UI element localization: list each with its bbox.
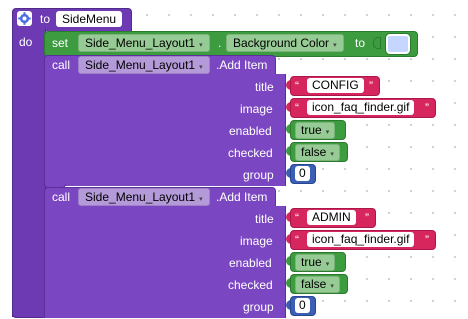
dropdown-arrow-icon: ▾: [330, 283, 334, 290]
quote-close-icon: ”: [365, 211, 369, 225]
logic-dropdown-checked[interactable]: false ▾: [295, 276, 340, 293]
logic-block-enabled[interactable]: true ▾: [290, 252, 346, 272]
logic-block-checked[interactable]: false ▾: [290, 274, 348, 294]
logic-value-checked: false: [301, 145, 327, 159]
quote-open-icon: “: [295, 233, 299, 247]
number-value-group[interactable]: 0: [295, 298, 310, 313]
quote-close-icon: ”: [425, 101, 429, 115]
logic-dropdown-enabled[interactable]: true ▾: [295, 254, 336, 271]
dropdown-arrow-icon: ▾: [199, 42, 203, 49]
logic-block-checked[interactable]: false ▾: [290, 142, 348, 162]
quote-open-icon: “: [295, 101, 299, 115]
color-socket: [373, 37, 381, 49]
logic-block-enabled[interactable]: true ▾: [290, 120, 346, 140]
dropdown-arrow-icon: ▾: [325, 261, 330, 268]
call-component-dropdown[interactable]: Side_Menu_Layout1 ▾: [78, 56, 210, 74]
param-checked-label: checked: [228, 146, 273, 160]
quote-close-icon: ”: [369, 79, 373, 93]
logic-dropdown-enabled[interactable]: true ▾: [295, 122, 336, 139]
number-value-group[interactable]: 0: [295, 166, 310, 181]
set-property-dropdown[interactable]: Background Color ▾: [226, 34, 344, 52]
text-value-title[interactable]: CONFIG: [307, 78, 364, 93]
procedure-name-field[interactable]: SideMenu: [56, 11, 123, 27]
color-picker-swatch[interactable]: [386, 34, 410, 54]
set-to-label: to: [355, 36, 366, 50]
param-enabled-label: enabled: [229, 256, 272, 270]
logic-dropdown-checked[interactable]: false ▾: [295, 144, 340, 161]
dropdown-arrow-icon: ▾: [333, 42, 337, 49]
text-value-image[interactable]: icon_faq_finder.gif: [307, 100, 415, 115]
call-component-label: Side_Menu_Layout1: [85, 58, 196, 72]
dropdown-arrow-icon: ▾: [199, 196, 203, 203]
set-keyword: set: [52, 36, 69, 50]
dropdown-arrow-icon: ▾: [330, 151, 334, 158]
dropdown-arrow-icon: ▾: [325, 129, 330, 136]
number-block-group[interactable]: 0: [290, 296, 316, 316]
text-block-title[interactable]: “ ADMIN ”: [290, 208, 376, 228]
param-image-label: image: [240, 234, 273, 248]
param-image-label: image: [240, 102, 273, 116]
dropdown-arrow-icon: ▾: [199, 64, 203, 71]
procedure-do-label: do: [19, 35, 33, 49]
param-group-label: group: [243, 168, 274, 182]
text-block-image[interactable]: “ icon_faq_finder.gif ”: [290, 98, 436, 118]
call-component-dropdown[interactable]: Side_Menu_Layout1 ▾: [78, 188, 210, 206]
call-method-label: .Add Item: [216, 190, 268, 204]
param-group-label: group: [243, 300, 274, 314]
call-method-label: .Add Item: [216, 58, 268, 72]
number-block-group[interactable]: 0: [290, 164, 316, 184]
param-title-label: title: [255, 212, 274, 226]
param-title-label: title: [255, 80, 274, 94]
set-component-dropdown[interactable]: Side_Menu_Layout1 ▾: [78, 34, 210, 52]
call-keyword: call: [52, 190, 71, 204]
logic-value-checked: false: [301, 277, 327, 291]
text-block-image[interactable]: “ icon_faq_finder.gif ”: [290, 230, 436, 250]
logic-value-enabled: true: [301, 123, 322, 137]
text-block-title[interactable]: “ CONFIG ”: [290, 76, 380, 96]
text-value-image[interactable]: icon_faq_finder.gif: [307, 232, 415, 247]
logic-value-enabled: true: [301, 255, 322, 269]
param-checked-label: checked: [228, 278, 273, 292]
quote-close-icon: ”: [425, 233, 429, 247]
call-keyword: call: [52, 58, 71, 72]
procedure-to-keyword: to: [40, 12, 51, 26]
text-value-title[interactable]: ADMIN: [307, 210, 356, 225]
set-property-label: Background Color: [233, 36, 330, 50]
set-component-label: Side_Menu_Layout1: [85, 36, 196, 50]
call-component-label: Side_Menu_Layout1: [85, 190, 196, 204]
mutator-gear-icon[interactable]: [17, 11, 32, 26]
procedure-block-body: [12, 29, 46, 317]
quote-open-icon: “: [295, 211, 299, 225]
set-dot-label: .: [218, 36, 222, 50]
quote-open-icon: “: [295, 79, 299, 93]
param-enabled-label: enabled: [229, 124, 272, 138]
